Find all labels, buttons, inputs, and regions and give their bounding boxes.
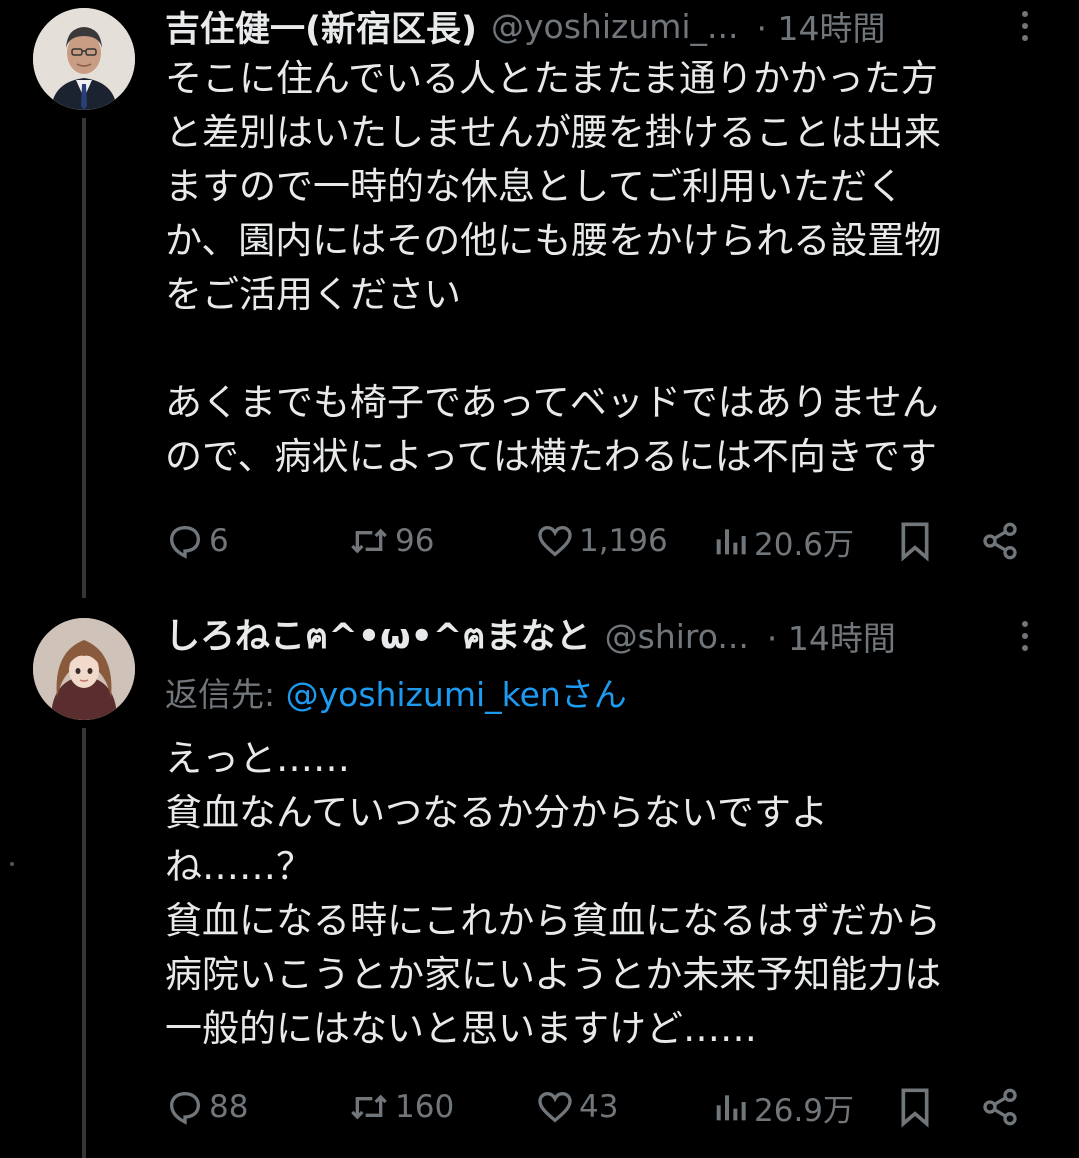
avatar[interactable]	[33, 8, 135, 110]
tweet-text: そこに住んでいる人とたまたま通りかかった方 と差別はいたしませんが腰を掛けること…	[165, 57, 942, 478]
more-icon[interactable]	[1021, 620, 1029, 652]
retweet-icon	[351, 528, 387, 554]
views-count: 20.6万	[754, 526, 855, 563]
timestamp[interactable]: · 14時間	[757, 2, 886, 50]
like-button[interactable]: 1,196	[535, 516, 668, 566]
more-icon[interactable]	[1021, 10, 1029, 42]
retweet-count: 96	[395, 523, 435, 559]
like-icon	[538, 525, 572, 557]
tweet-actions: 88 160 43 26.9万	[165, 1082, 1045, 1132]
bookmark-icon	[901, 1088, 929, 1128]
user-handle[interactable]: @yoshizumi_...	[491, 7, 739, 46]
reply-button[interactable]: 88	[165, 1082, 248, 1132]
display-name[interactable]: 吉住健一(新宿区長)	[165, 1, 477, 52]
views-icon	[716, 1095, 746, 1121]
tweet-header: しろねこฅ^•ω•^ฅまなと @shiro... · 14時間	[165, 612, 1059, 660]
avatar[interactable]	[33, 618, 135, 720]
retweet-button[interactable]: 160	[347, 1082, 454, 1132]
views-count: 26.9万	[754, 1092, 855, 1129]
bookmark-button[interactable]	[895, 516, 935, 566]
user-handle[interactable]: @shiro...	[605, 617, 749, 656]
reply-context: 返信先: @yoshizumi_kenさん	[165, 668, 627, 716]
like-button[interactable]: 43	[535, 1082, 618, 1132]
tweet-text: えっと…… 貧血なんていつなるか分からないですよ ね……？ 貧血になる時にこれか…	[165, 737, 942, 1050]
share-icon	[983, 522, 1017, 560]
thread-connector-line	[82, 118, 86, 598]
retweet-button[interactable]: 96	[347, 516, 434, 566]
bookmark-icon	[901, 522, 929, 562]
tweet-actions: 6 96 1,196 20.6万	[165, 516, 1045, 566]
reply-button[interactable]: 6	[165, 516, 229, 566]
retweet-icon	[351, 1094, 387, 1120]
retweet-count: 160	[395, 1089, 455, 1125]
reply-count: 6	[209, 523, 229, 559]
like-count: 43	[579, 1089, 619, 1125]
display-name[interactable]: しろねこฅ^•ω•^ฅまなと	[165, 608, 591, 664]
share-icon	[983, 1088, 1017, 1126]
reply-count: 88	[209, 1089, 249, 1125]
like-icon	[538, 1091, 572, 1123]
bookmark-button[interactable]	[895, 1082, 935, 1132]
share-button[interactable]	[980, 1082, 1020, 1132]
reply-icon	[169, 1091, 201, 1125]
like-count: 1,196	[579, 523, 668, 559]
tweet-header: 吉住健一(新宿区長) @yoshizumi_... · 14時間	[165, 2, 1059, 50]
views-icon	[716, 529, 746, 555]
reply-icon	[169, 525, 201, 559]
thread-connector-line	[82, 728, 86, 1158]
reply-prefix: 返信先:	[165, 675, 286, 714]
views-button[interactable]: 26.9万	[710, 1082, 854, 1132]
decorative-dot	[10, 862, 14, 866]
views-button[interactable]: 20.6万	[710, 516, 854, 566]
reply-mention-link[interactable]: @yoshizumi_kenさん	[286, 675, 627, 714]
share-button[interactable]	[980, 516, 1020, 566]
timestamp[interactable]: · 14時間	[767, 612, 896, 660]
